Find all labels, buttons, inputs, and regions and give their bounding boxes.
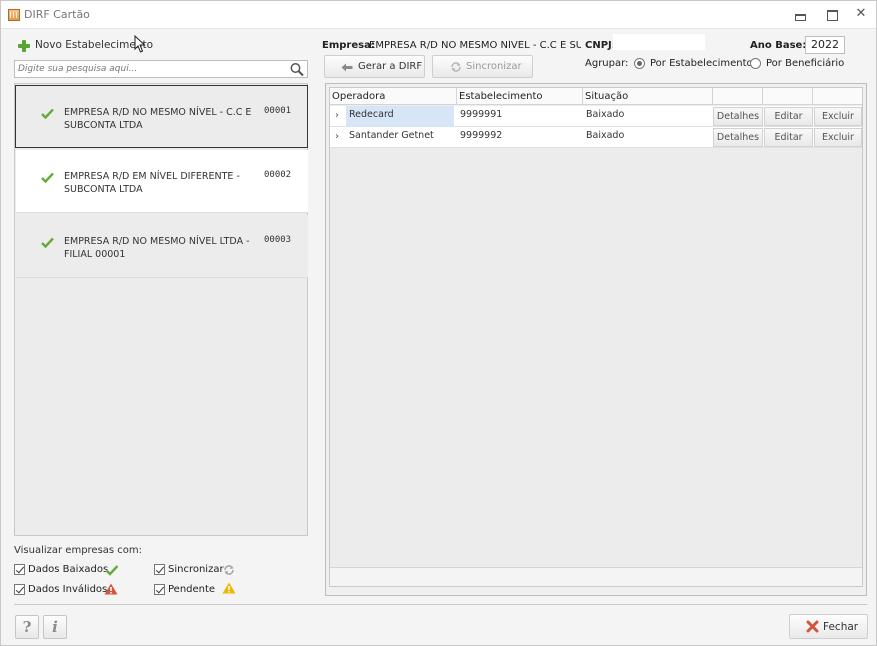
chevron-right-icon[interactable]: › — [335, 131, 339, 142]
agrupar-label: Agrupar: — [585, 58, 629, 69]
dirf-cartao-window: DIRF Cartão ✕ Novo Estabelecimento EMPRE… — [0, 0, 877, 646]
establishment-grid: Operadora Estabelecimento Situação › Red… — [329, 87, 863, 587]
footer-divider — [14, 604, 867, 605]
por-estabelecimento-label: Por Estabelecimento — [650, 58, 753, 69]
minimize-icon[interactable] — [791, 7, 807, 21]
close-icon[interactable]: ✕ — [853, 7, 869, 21]
dados-baixados-label: Dados Baixados — [28, 564, 109, 575]
detalhes-button[interactable]: Detalhes — [713, 128, 763, 147]
calculator-icon — [8, 9, 20, 21]
mouse-cursor-icon — [134, 35, 146, 53]
dados-invalidos-checkbox[interactable] — [14, 584, 25, 595]
fechar-button[interactable]: Fechar — [789, 614, 868, 639]
pendente-label: Pendente — [168, 584, 216, 595]
company-list: EMPRESA R/D NO MESMO NÍVEL - C.C E SUBCO… — [14, 83, 308, 536]
cell-estabelecimento: 9999991 — [460, 109, 503, 120]
warning-red-icon — [104, 583, 118, 595]
company-code: 00003 — [264, 235, 292, 245]
por-beneficiario-label: Por Beneficiário — [766, 58, 845, 69]
pendente-checkbox[interactable] — [154, 584, 165, 595]
por-estabelecimento-radio[interactable] — [634, 58, 645, 69]
company-name: EMPRESA R/D NO MESMO NÍVEL LTDA - FILIAL… — [64, 236, 250, 260]
window-title: DIRF Cartão — [24, 8, 90, 21]
cell-operadora: Redecard — [346, 106, 454, 127]
gerar-dirf-label: Gerar a DIRF — [358, 61, 423, 72]
arrow-left-icon — [341, 63, 353, 72]
column-situacao[interactable]: Situação — [583, 88, 713, 105]
sincronizar-button[interactable]: Sincronizar — [432, 55, 533, 78]
grid-footer — [330, 567, 862, 586]
company-name: EMPRESA R/D EM NÍVEL DIFERENTE - SUBCONT… — [64, 171, 240, 195]
column-operadora[interactable]: Operadora — [330, 88, 457, 105]
sincronizar-label: Sincronizar — [466, 61, 522, 72]
search-input[interactable] — [15, 61, 291, 77]
new-establishment-button[interactable]: Novo Estabelecimento — [14, 35, 153, 55]
help-button[interactable]: ? — [15, 615, 39, 639]
editar-button[interactable]: Editar — [764, 128, 813, 147]
cell-operadora: Santander Getnet — [349, 130, 434, 141]
column-detalhes — [713, 88, 763, 105]
grid-header: Operadora Estabelecimento Situação — [330, 88, 862, 105]
empresa-label: Empresa: — [322, 40, 375, 51]
info-button[interactable]: i — [43, 615, 67, 639]
excluir-button[interactable]: Excluir — [814, 128, 862, 147]
company-item[interactable]: EMPRESA R/D EM NÍVEL DIFERENTE - SUBCONT… — [16, 150, 308, 213]
chevron-right-icon[interactable]: › — [335, 110, 339, 121]
column-excluir — [813, 88, 862, 105]
excluir-button[interactable]: Excluir — [814, 107, 862, 126]
check-icon — [41, 108, 54, 119]
dados-baixados-checkbox[interactable] — [14, 564, 25, 575]
search-box — [14, 60, 308, 78]
fechar-label: Fechar — [823, 621, 859, 633]
detalhes-button[interactable]: Detalhes — [713, 107, 763, 126]
sync-icon — [224, 565, 234, 575]
grid-panel: Operadora Estabelecimento Situação › Red… — [325, 83, 867, 596]
sync-icon — [451, 62, 461, 72]
warning-yellow-icon — [222, 582, 236, 594]
legend-title: Visualizar empresas com: — [14, 545, 143, 556]
table-row[interactable]: › Redecard 9999991 Baixado Detalhes Edit… — [330, 106, 862, 127]
title-bar: DIRF Cartão ✕ — [1, 1, 876, 29]
cell-estabelecimento: 9999992 — [460, 130, 503, 141]
close-icon — [806, 620, 819, 633]
search-icon[interactable] — [289, 62, 305, 77]
company-code: 00002 — [264, 170, 292, 180]
check-icon — [105, 565, 119, 576]
company-name: EMPRESA R/D NO MESMO NÍVEL - C.C E SUBCO… — [64, 107, 252, 131]
plus-icon — [18, 40, 30, 52]
empresa-value: EMPRESA R/D NO MESMO NÍVEL - C.C E SUBCO… — [369, 40, 581, 51]
por-beneficiario-radio[interactable] — [750, 58, 761, 69]
cnpj-label: CNPJ: — [585, 40, 616, 51]
editar-button[interactable]: Editar — [764, 107, 813, 126]
column-estabelecimento[interactable]: Estabelecimento — [457, 88, 583, 105]
table-row[interactable]: › Santander Getnet 9999992 Baixado Detal… — [330, 127, 862, 148]
cell-situacao: Baixado — [586, 130, 625, 141]
check-icon — [41, 237, 54, 248]
gerar-dirf-button[interactable]: Gerar a DIRF — [324, 55, 425, 78]
cnpj-value — [613, 34, 705, 50]
company-item[interactable]: EMPRESA R/D NO MESMO NÍVEL - C.C E SUBCO… — [15, 85, 308, 148]
sincronizar-label: Sincronizar — [168, 564, 224, 575]
maximize-icon[interactable] — [823, 7, 839, 21]
cell-situacao: Baixado — [586, 109, 625, 120]
company-code: 00001 — [264, 106, 292, 116]
dados-invalidos-label: Dados Inválidos — [28, 584, 108, 595]
check-icon — [41, 172, 54, 183]
company-item[interactable]: EMPRESA R/D NO MESMO NÍVEL LTDA - FILIAL… — [16, 215, 308, 278]
sincronizar-checkbox[interactable] — [154, 564, 165, 575]
ano-base-label: Ano Base: — [750, 40, 807, 51]
column-editar — [763, 88, 813, 105]
ano-base-input[interactable]: 2022 — [805, 36, 845, 54]
